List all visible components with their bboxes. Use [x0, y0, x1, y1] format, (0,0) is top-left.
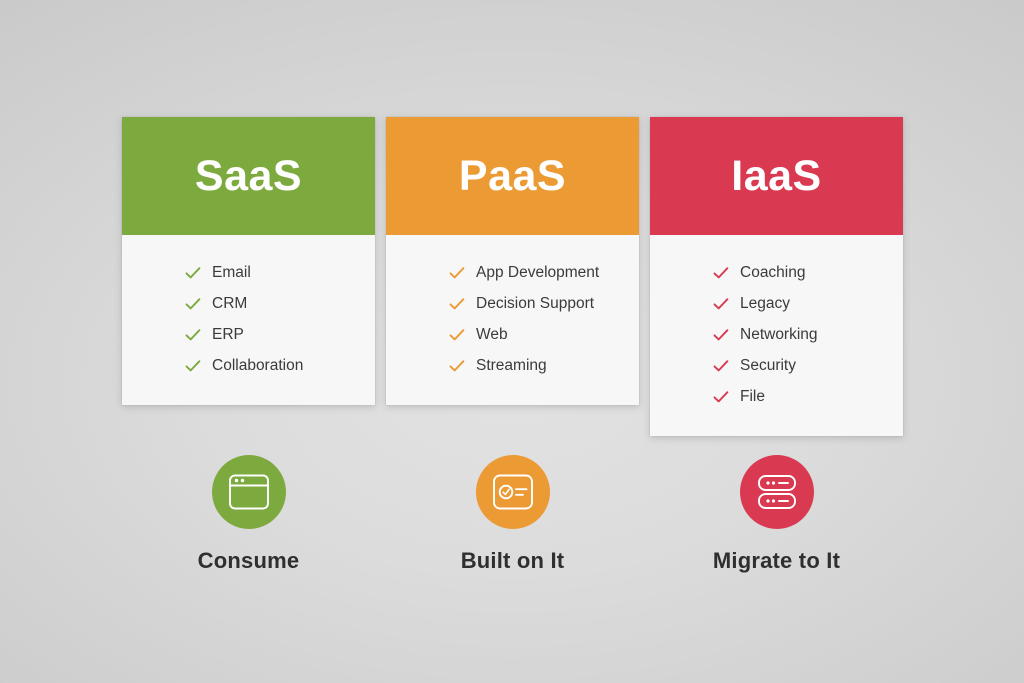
feature-list-paas: App Development Decision Support Web Str…: [386, 257, 639, 381]
badge-circle-paas[interactable]: [475, 455, 550, 529]
service-card-paas[interactable]: PaaS App Development Decision Support We…: [386, 117, 639, 405]
service-model-column-paas: PaaS App Development Decision Support We…: [386, 117, 639, 405]
feature-list-iaas: Coaching Legacy Networking Security File: [650, 257, 903, 412]
list-item: Email: [184, 257, 375, 288]
browser-window-icon: [228, 474, 269, 510]
feature-label: Streaming: [476, 356, 547, 374]
card-header-paas: PaaS: [386, 117, 639, 235]
list-item: App Development: [448, 257, 639, 288]
footer-block-iaas: Migrate to It: [650, 455, 903, 572]
card-header-iaas: IaaS: [650, 117, 903, 235]
check-icon: [449, 359, 465, 371]
check-icon: [185, 359, 201, 371]
list-item: Decision Support: [448, 288, 639, 319]
feature-label: Legacy: [740, 294, 790, 312]
check-icon: [449, 328, 465, 340]
list-item: Networking: [712, 319, 903, 350]
service-model-column-iaas: IaaS Coaching Legacy Networking Security…: [650, 117, 903, 436]
list-item: Legacy: [712, 288, 903, 319]
feature-list-saas: Email CRM ERP Collaboration: [122, 257, 375, 381]
badge-circle-saas[interactable]: [211, 455, 286, 529]
card-title-iaas: IaaS: [731, 151, 822, 200]
card-body-paas: App Development Decision Support Web Str…: [386, 235, 639, 405]
list-item: ERP: [184, 319, 375, 350]
check-icon: [449, 297, 465, 309]
check-icon: [185, 266, 201, 278]
list-item: Security: [712, 350, 903, 381]
feature-label: File: [740, 387, 765, 405]
feature-label: App Development: [476, 263, 600, 281]
feature-label: Collaboration: [212, 356, 304, 374]
list-item: Streaming: [448, 350, 639, 381]
feature-label: ERP: [212, 325, 244, 343]
list-item: Web: [448, 319, 639, 350]
feature-label: Web: [476, 325, 508, 343]
list-item: File: [712, 381, 903, 412]
service-model-column-saas: SaaS Email CRM ERP Collaboration: [122, 117, 375, 405]
card-body-iaas: Coaching Legacy Networking Security File: [650, 235, 903, 436]
badge-circle-iaas[interactable]: [739, 455, 814, 529]
check-icon: [185, 328, 201, 340]
service-card-saas[interactable]: SaaS Email CRM ERP Collaboration: [122, 117, 375, 405]
feature-label: Networking: [740, 325, 818, 343]
footer-caption-paas: Built on It: [460, 548, 565, 573]
check-icon: [713, 297, 729, 309]
card-title-paas: PaaS: [458, 151, 567, 200]
check-icon: [713, 266, 729, 278]
service-model-columns: SaaS Email CRM ERP Collaboration PaaS Ap…: [0, 0, 1024, 683]
feature-label: Email: [212, 263, 251, 281]
service-card-iaas[interactable]: IaaS Coaching Legacy Networking Security…: [650, 117, 903, 436]
card-header-saas: SaaS: [122, 117, 375, 235]
feature-label: Security: [740, 356, 796, 374]
footer-caption-iaas: Migrate to It: [712, 548, 841, 573]
list-item: CRM: [184, 288, 375, 319]
cloud-service-models-diagram: SaaS Email CRM ERP Collaboration PaaS Ap…: [0, 0, 1024, 683]
footer-block-paas: Built on It: [386, 455, 639, 572]
feature-label: CRM: [212, 294, 248, 312]
footer-caption-saas: Consume: [197, 548, 300, 573]
card-body-saas: Email CRM ERP Collaboration: [122, 235, 375, 405]
check-icon: [185, 297, 201, 309]
list-item: Collaboration: [184, 350, 375, 381]
feature-label: Decision Support: [476, 294, 595, 312]
check-icon: [713, 328, 729, 340]
feature-label: Coaching: [740, 263, 806, 281]
server-stack-icon: [757, 475, 796, 509]
list-item: Coaching: [712, 257, 903, 288]
check-icon: [449, 266, 465, 278]
check-icon: [713, 390, 729, 402]
card-title-saas: SaaS: [194, 151, 303, 200]
footer-block-saas: Consume: [122, 455, 375, 572]
certificate-card-icon: [492, 474, 533, 510]
check-icon: [713, 359, 729, 371]
